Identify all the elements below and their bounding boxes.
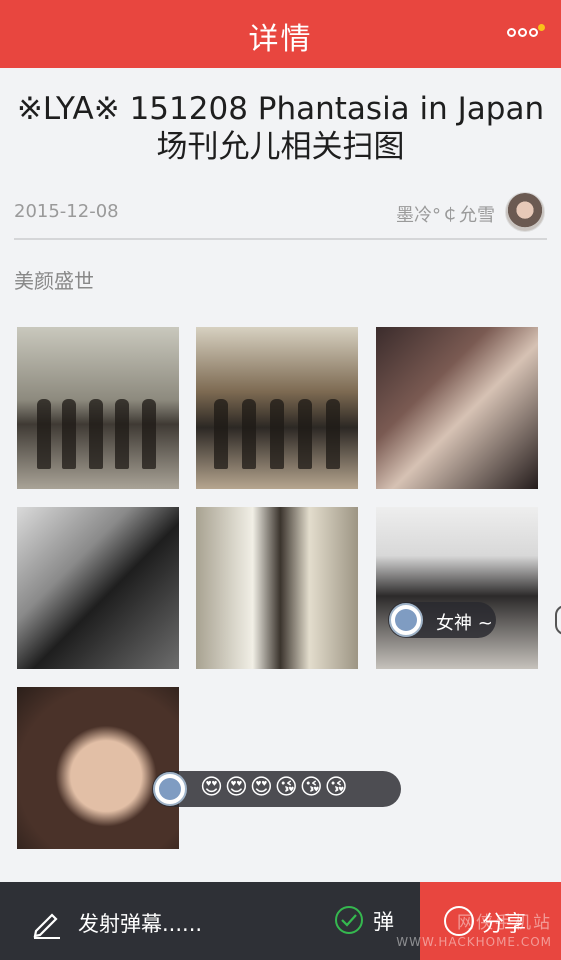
author-name[interactable]: 墨冷°￠允雪 (396, 201, 495, 227)
figure-silhouette (242, 399, 256, 469)
danmaku-comment: 女神 ~ (388, 602, 496, 638)
check-icon (335, 906, 363, 934)
figure-silhouette (298, 399, 312, 469)
figure-silhouette (115, 399, 129, 469)
danmaku-input[interactable]: 发射弹幕...... (78, 908, 202, 938)
notification-dot (538, 24, 545, 31)
figure-silhouette (142, 399, 156, 469)
more-dots-icon (529, 28, 538, 37)
author-avatar[interactable] (505, 192, 545, 232)
post-caption: 美颜盛世 (14, 269, 94, 293)
danmaku-comment: 😍😍😍😘😘😘 (152, 771, 401, 807)
app-header: 详情 (0, 0, 561, 68)
commenter-avatar-icon (153, 772, 187, 806)
more-options-button[interactable] (507, 22, 547, 42)
watermark-url: WWW.HACKHOME.COM (396, 935, 552, 949)
photo-thumbnail[interactable] (17, 687, 179, 849)
post-title: ※LYA※ 151208 Phantasia in Japan场刊允儿相关扫图 (16, 91, 545, 165)
photo-thumbnail[interactable] (376, 327, 538, 489)
photo-thumbnail[interactable] (196, 507, 358, 669)
figure-silhouette (214, 399, 228, 469)
figure-silhouette (270, 399, 284, 469)
danmaku-comment-edge (555, 605, 561, 635)
pencil-icon[interactable] (30, 905, 64, 939)
figure-silhouette (37, 399, 51, 469)
watermark-text: 网侠手机站 (457, 913, 552, 933)
divider (14, 238, 547, 240)
figure-silhouette (326, 399, 340, 469)
danmaku-text: 女神 ~ (436, 613, 493, 634)
photo-thumbnail[interactable] (376, 507, 538, 669)
photo-thumbnail[interactable] (17, 507, 179, 669)
photo-thumbnail[interactable] (196, 327, 358, 489)
page-title: 详情 (248, 22, 313, 57)
figure-silhouette (62, 399, 76, 469)
more-dots-icon (518, 28, 527, 37)
photo-thumbnail[interactable] (17, 327, 179, 489)
figure-silhouette (89, 399, 103, 469)
danmaku-emojis: 😍😍😍😘😘😘 (200, 775, 350, 800)
watermark: 网侠手机站 WWW.HACKHOME.COM (380, 908, 560, 952)
commenter-avatar-icon (389, 603, 423, 637)
more-dots-icon (507, 28, 516, 37)
post-date: 2015-12-08 (14, 201, 119, 222)
